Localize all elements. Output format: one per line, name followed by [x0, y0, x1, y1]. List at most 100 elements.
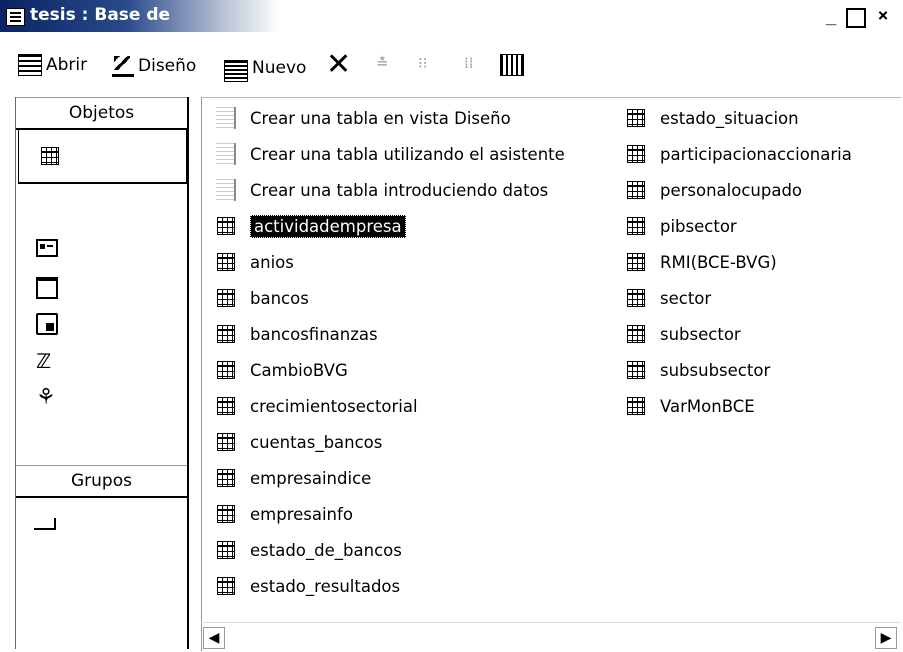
details-icon [500, 54, 524, 76]
table-name: empresainfo [250, 504, 353, 524]
table-item[interactable]: subsector [612, 319, 741, 349]
design-label: Diseño [138, 55, 197, 76]
table-item[interactable]: bancos [202, 283, 309, 313]
table-icon [217, 541, 235, 559]
table-icon [627, 145, 645, 163]
shortcut-wizard[interactable]: Crear una tabla utilizando el asistente [202, 139, 565, 169]
table-icon [217, 289, 235, 307]
table-icon [217, 325, 235, 343]
enter-data-shortcut-icon [216, 179, 236, 201]
table-icon [217, 397, 235, 415]
wizard-shortcut-icon [216, 143, 236, 165]
table-item[interactable]: personalocupado [612, 175, 802, 205]
table-item[interactable]: pibsector [612, 211, 737, 241]
objects-header[interactable]: Objetos [16, 97, 187, 130]
table-name: estado_de_bancos [250, 540, 402, 560]
table-name: crecimientosectorial [250, 396, 418, 416]
table-icon [217, 469, 235, 487]
table-icon [217, 505, 235, 523]
table-icon [627, 361, 645, 379]
table-item[interactable]: subsubsector [612, 355, 770, 385]
modules-icon: ⚘ [36, 385, 56, 410]
table-name: estado_resultados [250, 576, 401, 596]
group-item[interactable] [34, 515, 58, 537]
design-view-shortcut-icon [216, 107, 236, 129]
open-label: Abrir [46, 55, 88, 75]
table-item[interactable]: actividadempresa [202, 211, 406, 241]
table-icon [217, 253, 235, 271]
table-name: cuentas_bancos [250, 432, 383, 452]
reports-object[interactable] [36, 277, 60, 299]
design-button[interactable]: Diseño [112, 54, 196, 77]
table-item[interactable]: empresaindice [202, 463, 371, 493]
table-icon [217, 217, 235, 235]
table-name: subsubsector [660, 360, 771, 380]
table-name: estado_situacion [660, 108, 799, 128]
scroll-right-arrow-icon[interactable]: ▶ [875, 627, 897, 649]
objects-bar: Objetos ℤ ⚘ Grupos [15, 97, 189, 649]
forms-icon [36, 239, 58, 257]
delete-button[interactable]: ✕ [326, 50, 351, 80]
table-item[interactable]: RMI(BCE-BVG) [612, 247, 777, 277]
shortcut-enter-data[interactable]: Crear una tabla introduciendo datos [202, 175, 548, 205]
horizontal-scrollbar[interactable]: ◀ ▶ [201, 622, 901, 651]
table-name: subsector [660, 324, 741, 344]
table-name-selected: actividadempresa [250, 214, 406, 238]
small-icons-icon: ⁝⁝ [418, 54, 428, 72]
table-name: empresaindice [250, 468, 372, 488]
new-button[interactable]: Nuevo [224, 54, 306, 82]
table-icon [627, 397, 645, 415]
table-item[interactable]: participacionaccionaria [612, 139, 852, 169]
table-item[interactable]: estado_resultados [202, 571, 400, 601]
details-button[interactable] [500, 54, 524, 76]
tables-icon [41, 147, 59, 165]
close-button[interactable]: × [872, 5, 894, 27]
table-item[interactable]: anios [202, 247, 294, 277]
title-bar[interactable]: tesis : Base de _ × [0, 0, 903, 36]
table-name: anios [250, 252, 294, 272]
table-icon [217, 433, 235, 451]
groups-header[interactable]: Grupos [16, 465, 187, 498]
large-icons-button[interactable]: ≛ [376, 54, 389, 72]
large-icons-icon: ≛ [376, 54, 389, 72]
minimize-button[interactable]: _ [820, 5, 842, 27]
pages-icon [36, 313, 58, 335]
small-icons-button[interactable]: ⁝⁝ [418, 54, 428, 72]
shortcut-label: Crear una tabla utilizando el asistente [250, 144, 565, 164]
reports-icon [36, 277, 58, 299]
modules-object[interactable]: ⚘ [36, 385, 60, 410]
table-icon [627, 181, 645, 199]
table-item[interactable]: estado_de_bancos [202, 535, 402, 565]
design-icon [112, 54, 134, 77]
table-icon [217, 361, 235, 379]
table-item[interactable]: empresainfo [202, 499, 353, 529]
database-window-icon [6, 8, 25, 26]
list-button[interactable]: ⁞⁞ [464, 54, 474, 72]
forms-object[interactable] [36, 239, 60, 261]
new-icon [224, 60, 248, 82]
table-name: CambioBVG [250, 360, 348, 380]
open-button[interactable]: Abrir [18, 54, 87, 76]
macros-icon: ℤ [36, 349, 52, 373]
table-icon [217, 577, 235, 595]
shortcut-design-view[interactable]: Crear una tabla en vista Diseño [202, 103, 511, 133]
table-item[interactable]: cuentas_bancos [202, 427, 382, 457]
scroll-left-arrow-icon[interactable]: ◀ [203, 627, 225, 649]
delete-icon: ✕ [326, 47, 352, 82]
table-name: personalocupado [660, 180, 803, 200]
macros-object[interactable]: ℤ [36, 349, 60, 373]
table-item[interactable]: crecimientosectorial [202, 391, 418, 421]
new-label: Nuevo [252, 58, 307, 78]
window-title: tesis : Base de [30, 5, 171, 25]
table-name: participacionaccionaria [660, 144, 852, 164]
table-name: sector [660, 288, 712, 308]
table-item[interactable]: CambioBVG [202, 355, 348, 385]
table-item[interactable]: bancosfinanzas [202, 319, 378, 349]
table-item[interactable]: estado_situacion [612, 103, 799, 133]
table-item[interactable]: sector [612, 283, 711, 313]
pages-object[interactable] [36, 313, 60, 335]
list-icon: ⁞⁞ [464, 54, 474, 72]
table-item[interactable]: VarMonBCE [612, 391, 755, 421]
maximize-button[interactable] [846, 8, 866, 28]
tables-object-selected[interactable] [18, 129, 188, 184]
